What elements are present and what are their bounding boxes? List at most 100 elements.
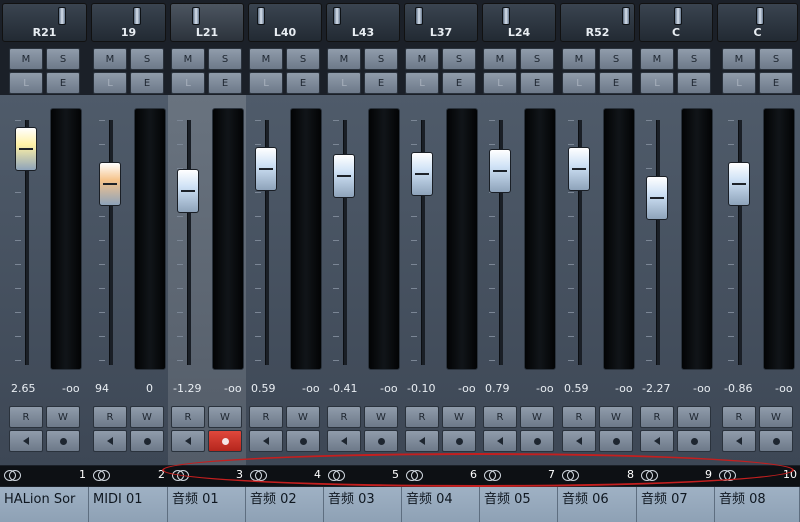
listen-button[interactable]: L xyxy=(327,72,361,94)
listen-button[interactable]: L xyxy=(9,72,43,94)
edit-button[interactable]: E xyxy=(208,72,242,94)
mute-button[interactable]: M xyxy=(722,48,756,70)
volume-readout[interactable]: 0.79 xyxy=(485,380,510,398)
pan-control[interactable]: R21 xyxy=(2,3,87,42)
monitor-button[interactable] xyxy=(327,430,361,452)
volume-readout[interactable]: 0.59 xyxy=(564,380,589,398)
channel-name[interactable]: 音频 05 xyxy=(480,487,558,522)
channel-strip[interactable]: C M S L E -0.86 -oo R W 10 音频 08 xyxy=(715,0,800,522)
mute-button[interactable]: M xyxy=(93,48,127,70)
record-enable-button[interactable] xyxy=(364,430,398,452)
pan-control[interactable]: R52 xyxy=(560,3,635,42)
record-enable-button[interactable] xyxy=(677,430,711,452)
fader-handle[interactable] xyxy=(568,147,590,191)
pan-control[interactable]: L40 xyxy=(248,3,322,42)
pan-control[interactable]: L37 xyxy=(404,3,478,42)
record-enable-button[interactable] xyxy=(442,430,476,452)
record-enable-button[interactable] xyxy=(208,430,242,452)
channel-name[interactable]: 音频 07 xyxy=(637,487,715,522)
mute-button[interactable]: M xyxy=(9,48,43,70)
pan-control[interactable]: L43 xyxy=(326,3,400,42)
write-automation-button[interactable]: W xyxy=(759,406,793,428)
read-automation-button[interactable]: R xyxy=(171,406,205,428)
monitor-button[interactable] xyxy=(562,430,596,452)
write-automation-button[interactable]: W xyxy=(364,406,398,428)
solo-button[interactable]: S xyxy=(677,48,711,70)
listen-button[interactable]: L xyxy=(171,72,205,94)
channel-name[interactable]: 音频 01 xyxy=(168,487,246,522)
solo-button[interactable]: S xyxy=(46,48,80,70)
monitor-button[interactable] xyxy=(722,430,756,452)
edit-button[interactable]: E xyxy=(759,72,793,94)
edit-button[interactable]: E xyxy=(46,72,80,94)
fader-handle[interactable] xyxy=(411,152,433,196)
volume-readout[interactable]: -1.29 xyxy=(173,380,201,398)
record-enable-button[interactable] xyxy=(46,430,80,452)
edit-button[interactable]: E xyxy=(130,72,164,94)
write-automation-button[interactable]: W xyxy=(442,406,476,428)
pan-knob-icon[interactable] xyxy=(502,7,510,25)
listen-button[interactable]: L xyxy=(405,72,439,94)
write-automation-button[interactable]: W xyxy=(130,406,164,428)
solo-button[interactable]: S xyxy=(442,48,476,70)
mute-button[interactable]: M xyxy=(327,48,361,70)
solo-button[interactable]: S xyxy=(364,48,398,70)
volume-readout[interactable]: 0.59 xyxy=(251,380,276,398)
edit-button[interactable]: E xyxy=(286,72,320,94)
pan-control[interactable]: L24 xyxy=(482,3,556,42)
pan-control[interactable]: C xyxy=(639,3,713,42)
write-automation-button[interactable]: W xyxy=(46,406,80,428)
solo-button[interactable]: S xyxy=(286,48,320,70)
channel-strip[interactable]: L37 M S L E -0.10 -oo R W 6 音频 04 xyxy=(402,0,480,522)
mute-button[interactable]: M xyxy=(640,48,674,70)
monitor-button[interactable] xyxy=(249,430,283,452)
fader-handle[interactable] xyxy=(489,149,511,193)
monitor-button[interactable] xyxy=(483,430,517,452)
record-enable-button[interactable] xyxy=(520,430,554,452)
mute-button[interactable]: M xyxy=(171,48,205,70)
volume-readout[interactable]: 2.65 xyxy=(11,380,36,398)
read-automation-button[interactable]: R xyxy=(640,406,674,428)
channel-name[interactable]: 音频 06 xyxy=(558,487,637,522)
fader-handle[interactable] xyxy=(15,127,37,171)
volume-readout[interactable]: -0.10 xyxy=(407,380,435,398)
volume-readout[interactable]: 94 xyxy=(95,380,109,398)
read-automation-button[interactable]: R xyxy=(483,406,517,428)
edit-button[interactable]: E xyxy=(677,72,711,94)
edit-button[interactable]: E xyxy=(442,72,476,94)
fader-track[interactable] xyxy=(109,120,113,365)
pan-control[interactable]: 19 xyxy=(91,3,166,42)
fader-track[interactable] xyxy=(656,120,660,365)
fader-handle[interactable] xyxy=(99,162,121,206)
solo-button[interactable]: S xyxy=(130,48,164,70)
listen-button[interactable]: L xyxy=(562,72,596,94)
edit-button[interactable]: E xyxy=(364,72,398,94)
monitor-button[interactable] xyxy=(171,430,205,452)
listen-button[interactable]: L xyxy=(640,72,674,94)
record-enable-button[interactable] xyxy=(599,430,633,452)
fader-handle[interactable] xyxy=(333,154,355,198)
monitor-button[interactable] xyxy=(9,430,43,452)
mute-button[interactable]: M xyxy=(405,48,439,70)
read-automation-button[interactable]: R xyxy=(722,406,756,428)
solo-button[interactable]: S xyxy=(599,48,633,70)
pan-knob-icon[interactable] xyxy=(192,7,200,25)
pan-control[interactable]: L21 xyxy=(170,3,244,42)
pan-knob-icon[interactable] xyxy=(333,7,341,25)
channel-strip[interactable]: 19 M S L E 94 0 R W 2 MIDI 01 xyxy=(89,0,168,522)
channel-name[interactable]: MIDI 01 xyxy=(89,487,168,522)
read-automation-button[interactable]: R xyxy=(327,406,361,428)
channel-strip[interactable]: R52 M S L E 0.59 -oo R W 8 音频 06 xyxy=(558,0,637,522)
read-automation-button[interactable]: R xyxy=(249,406,283,428)
channel-name[interactable]: 音频 08 xyxy=(715,487,800,522)
write-automation-button[interactable]: W xyxy=(520,406,554,428)
volume-readout[interactable]: -2.27 xyxy=(642,380,670,398)
channel-name[interactable]: 音频 04 xyxy=(402,487,480,522)
read-automation-button[interactable]: R xyxy=(405,406,439,428)
pan-control[interactable]: C xyxy=(717,3,798,42)
listen-button[interactable]: L xyxy=(93,72,127,94)
mute-button[interactable]: M xyxy=(562,48,596,70)
fader-handle[interactable] xyxy=(646,176,668,220)
solo-button[interactable]: S xyxy=(759,48,793,70)
pan-knob-icon[interactable] xyxy=(674,7,682,25)
